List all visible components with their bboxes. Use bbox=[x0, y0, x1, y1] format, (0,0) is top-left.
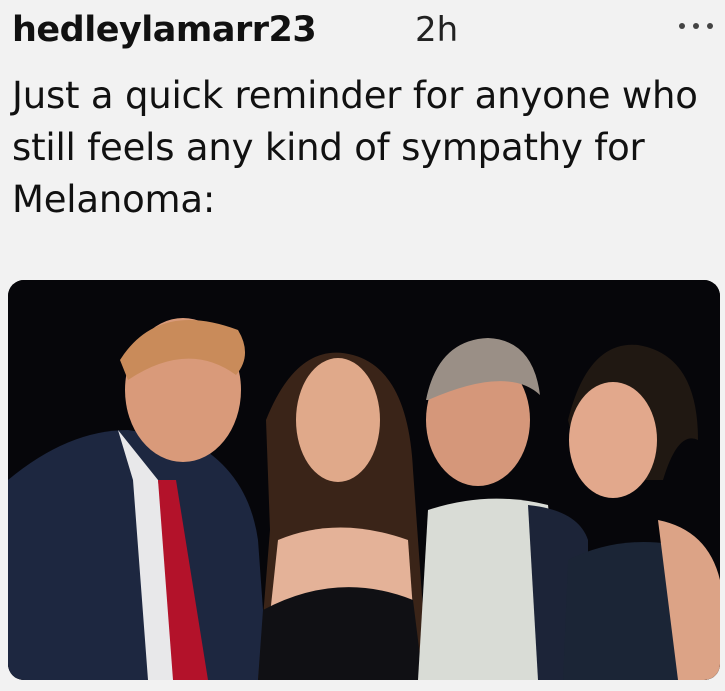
more-options-icon[interactable] bbox=[679, 14, 713, 38]
post-header: hedleylamarr23 2h bbox=[12, 6, 713, 58]
group-photo-illustration bbox=[8, 280, 720, 680]
post-photo[interactable] bbox=[8, 280, 720, 680]
post-text: Just a quick reminder for anyone who sti… bbox=[12, 74, 698, 221]
post-timestamp: 2h bbox=[415, 10, 459, 50]
post-username[interactable]: hedleylamarr23 bbox=[12, 10, 317, 50]
